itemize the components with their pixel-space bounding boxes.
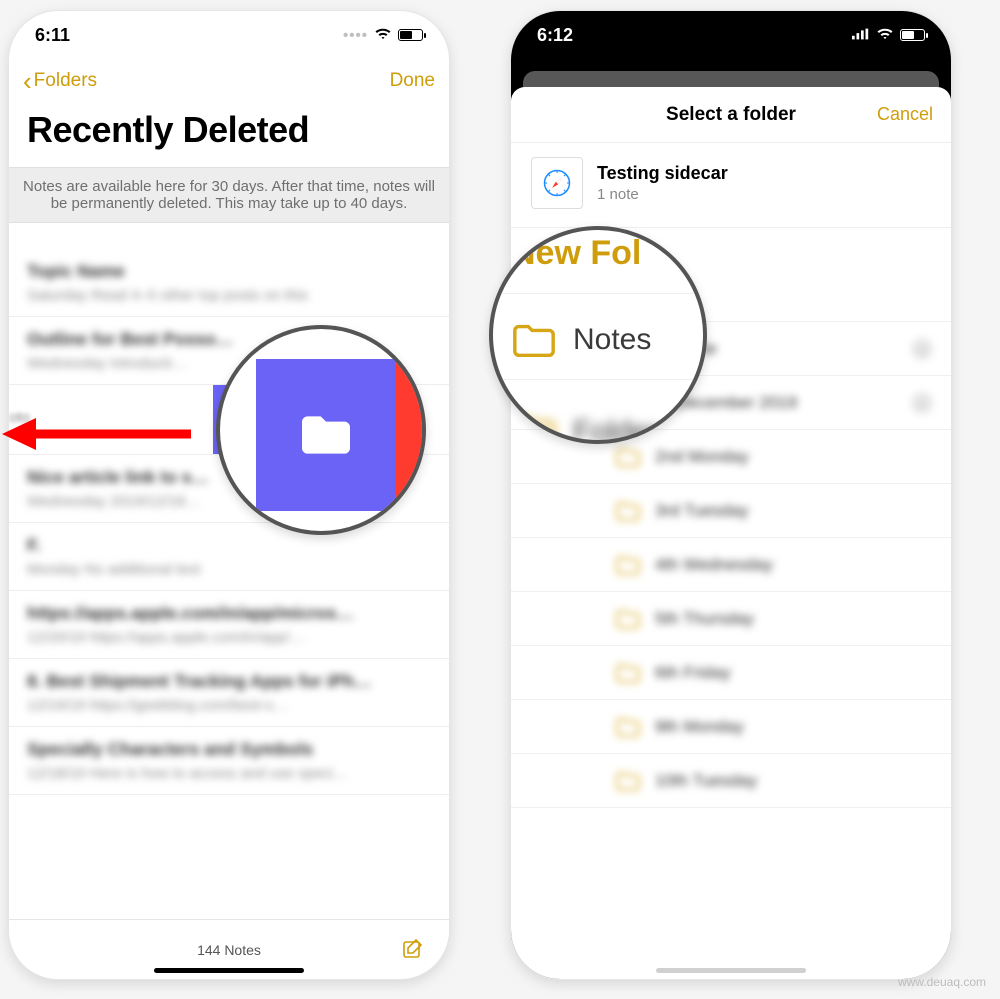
page-title: Recently Deleted <box>9 103 449 167</box>
folder-item[interactable]: 3rd Tuesday <box>511 484 951 538</box>
cellular-dots-icon: •••• <box>343 27 368 44</box>
signal-icon <box>852 27 870 44</box>
info-banner: Notes are available here for 30 days. Af… <box>9 167 449 223</box>
folder-name: 5th Thursday <box>655 609 754 629</box>
list-item[interactable]: Topic Name Saturday Read 4–5 other top p… <box>9 249 449 317</box>
folder-icon <box>511 412 557 445</box>
cancel-button[interactable]: Cancel <box>877 104 933 125</box>
battery-icon <box>398 29 423 41</box>
folder-icon <box>615 770 641 792</box>
status-icons <box>852 26 925 44</box>
folder-icon <box>615 716 641 738</box>
list-item[interactable]: F. Monday No additional text <box>9 523 449 591</box>
list-item[interactable]: Specially Characters and Symbols 12/18/1… <box>9 727 449 795</box>
status-bar: 6:12 <box>511 11 951 59</box>
battery-icon <box>900 29 925 41</box>
wifi-icon <box>374 26 392 44</box>
note-thumbnail <box>531 157 583 209</box>
folder-name: 9th Monday <box>655 717 744 737</box>
sheet-title: Select a folder <box>666 104 796 126</box>
magnifier-notes-folder: New Fol Notes Folder <box>489 226 707 444</box>
swipe-arrow-annotation <box>0 414 196 454</box>
folder-icon <box>294 403 358 467</box>
notes-folder-label: Notes <box>573 323 651 357</box>
note-count: 1 note <box>597 186 728 203</box>
selected-note-header: Testing sidecar 1 note <box>511 143 951 228</box>
back-button[interactable]: ‹ Folders <box>23 68 97 94</box>
folder-icon <box>615 500 641 522</box>
home-indicator[interactable] <box>154 968 304 973</box>
folder-icon <box>615 554 641 576</box>
notes-count: 144 Notes <box>197 942 261 958</box>
list-item[interactable]: 8. Best Shipment Tracking Apps for iPh… … <box>9 659 449 727</box>
folder-name: 10th Tuesday <box>655 771 757 791</box>
folder-icon <box>615 662 641 684</box>
list-item[interactable]: https://apps.apple.com/in/app/micros… 12… <box>9 591 449 659</box>
folder-item[interactable]: 9th Monday <box>511 700 951 754</box>
chevron-down-icon[interactable]: ⌄ <box>911 392 933 414</box>
folder-item[interactable]: 5th Thursday <box>511 592 951 646</box>
status-time: 6:12 <box>537 25 573 46</box>
done-button[interactable]: Done <box>390 70 435 92</box>
magnifier-move-action <box>216 325 426 535</box>
compose-icon[interactable] <box>401 937 425 961</box>
folder-item[interactable]: 4th Wednesday <box>511 538 951 592</box>
chevron-left-icon: ‹ <box>23 68 32 94</box>
chevron-down-icon[interactable]: ⌄ <box>911 338 933 360</box>
home-indicator[interactable] <box>656 968 806 973</box>
folder-name: 6th Friday <box>655 663 731 683</box>
folder-name: 3rd Tuesday <box>655 501 749 521</box>
status-icons: •••• <box>343 26 423 44</box>
folder-item[interactable]: 6th Friday <box>511 646 951 700</box>
folder-icon <box>511 320 557 360</box>
nav-bar: ‹ Folders Done <box>9 59 449 103</box>
folder-icon <box>615 608 641 630</box>
folder-picker-sheet: Select a folder Cancel Testing sidecar 1… <box>511 87 951 979</box>
modal-backdrop: Select a folder Cancel Testing sidecar 1… <box>511 59 951 979</box>
sheet-nav: Select a folder Cancel <box>511 87 951 143</box>
folder-name: 2nd Monday <box>655 447 749 467</box>
back-label: Folders <box>34 70 97 92</box>
safari-icon <box>542 168 572 198</box>
watermark: www.deuaq.com <box>898 975 986 989</box>
right-screenshot: 6:12 Select a folder Cancel <box>510 10 952 980</box>
status-bar: 6:11 •••• <box>9 11 449 59</box>
status-time: 6:11 <box>35 25 70 46</box>
folder-name: 4th Wednesday <box>655 555 773 575</box>
note-name: Testing sidecar <box>597 163 728 184</box>
folder-icon <box>615 446 641 468</box>
wifi-icon <box>876 26 894 44</box>
folder-item[interactable]: 10th Tuesday <box>511 754 951 808</box>
